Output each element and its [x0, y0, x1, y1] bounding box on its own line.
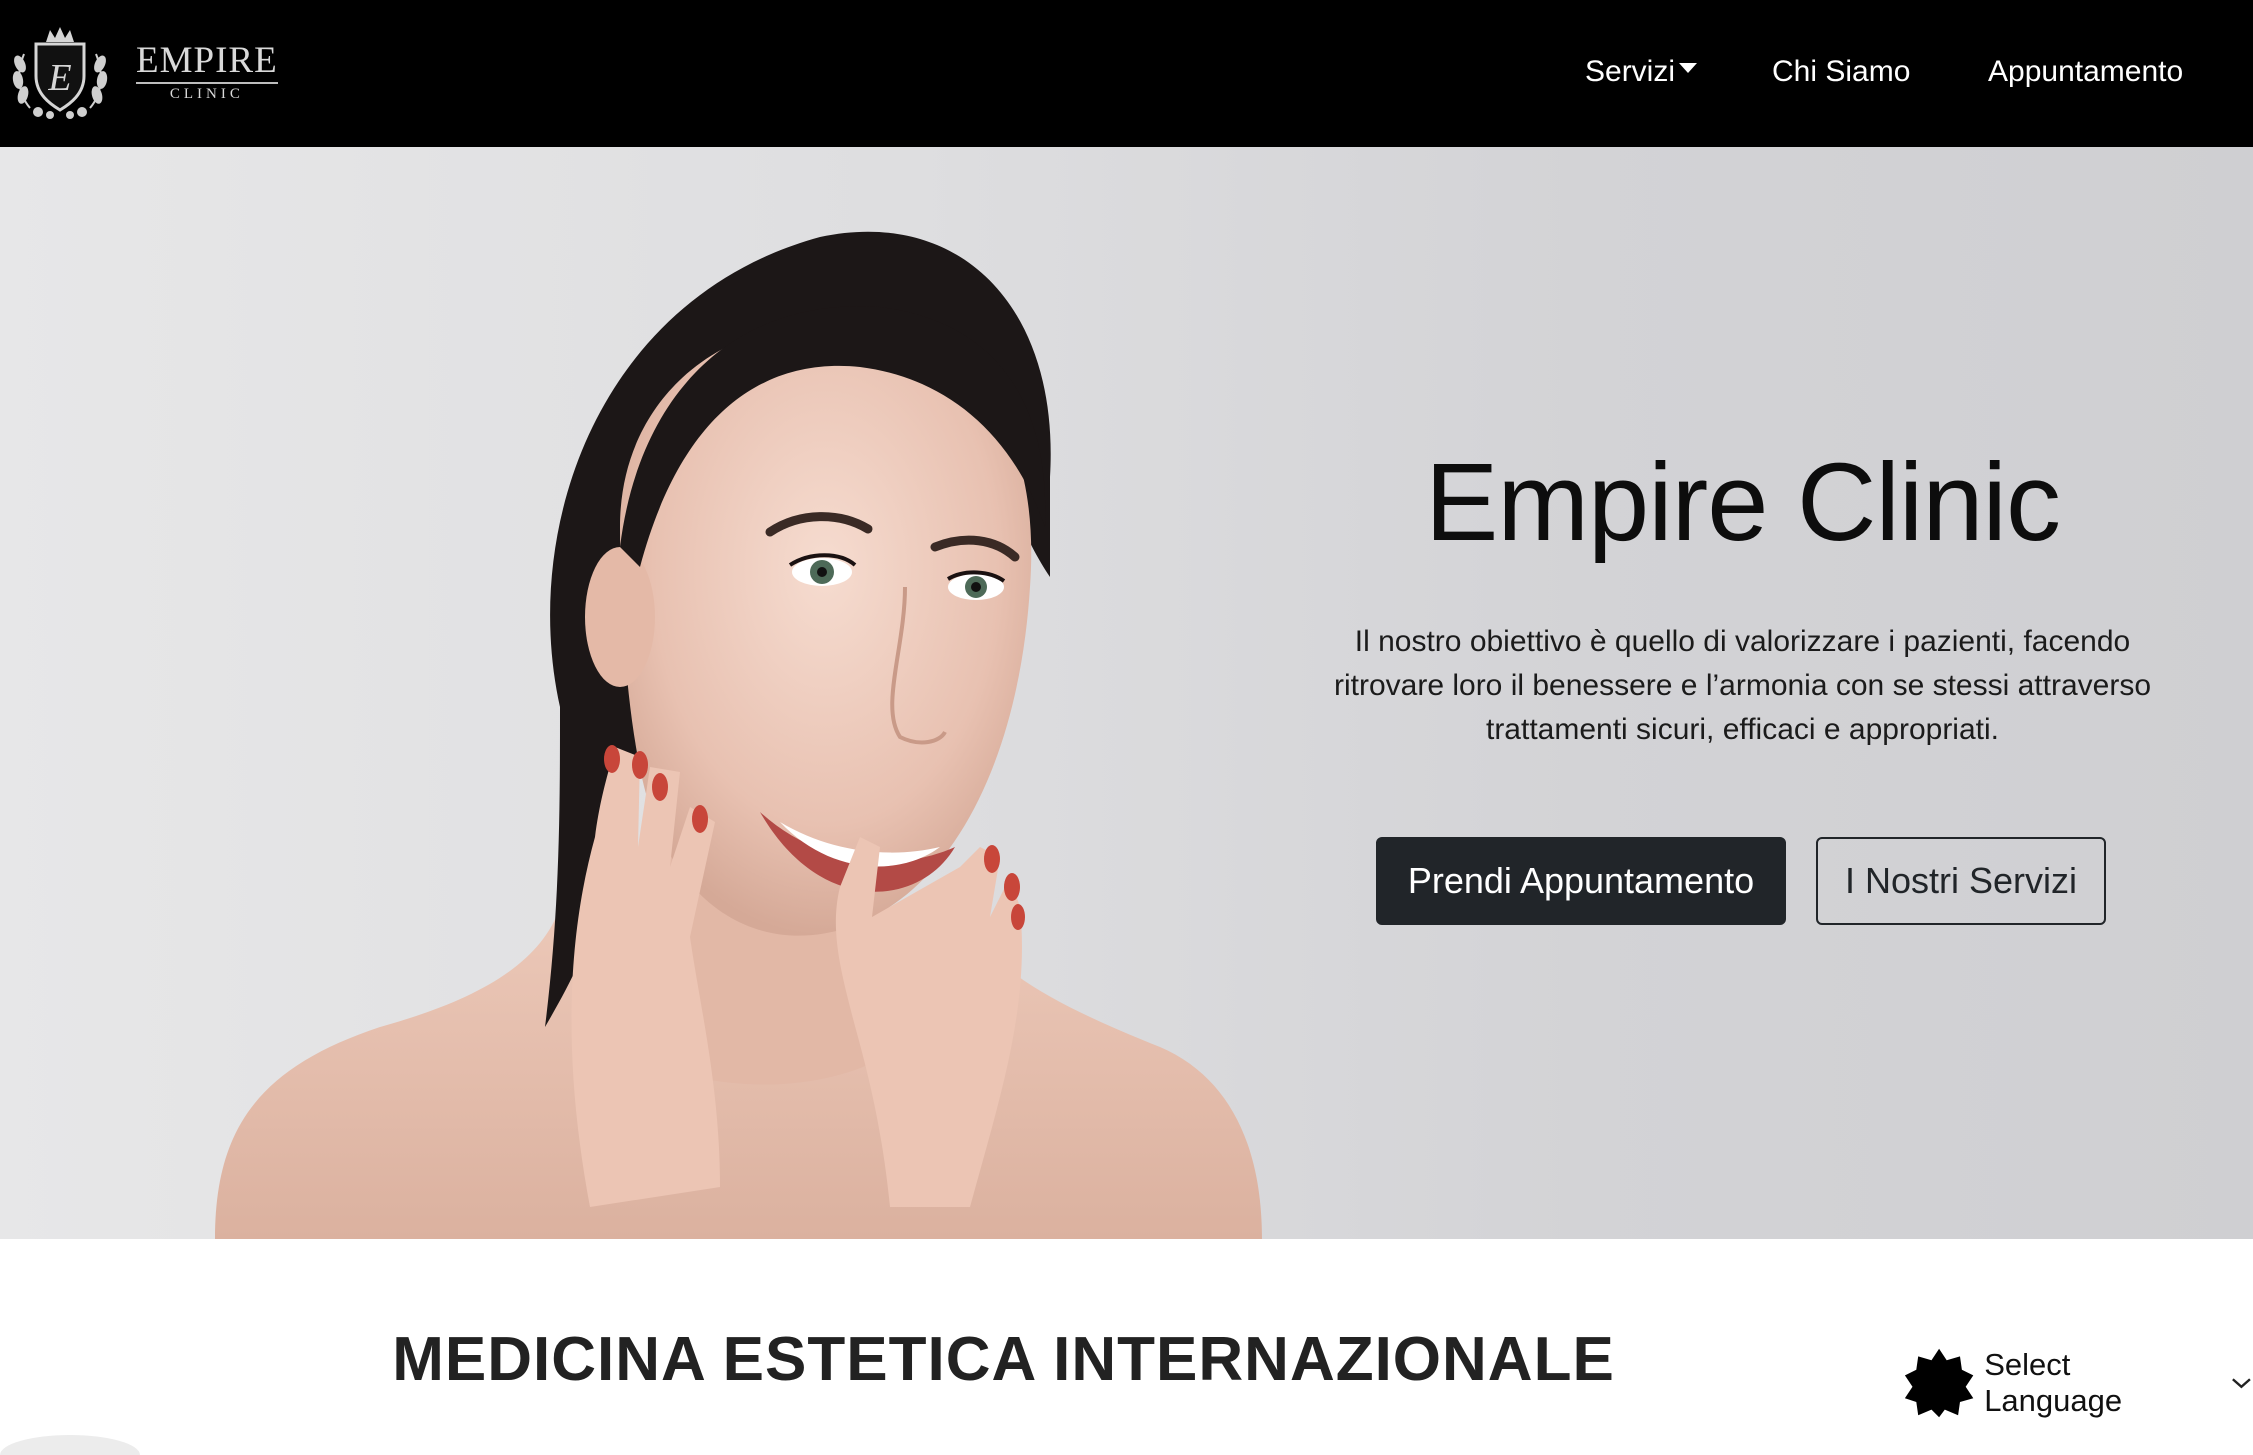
hero-title: Empire Clinic	[1425, 441, 2061, 564]
nav-chi-siamo[interactable]: Chi Siamo	[1772, 52, 1910, 92]
nostri-servizi-button[interactable]: I Nostri Servizi	[1816, 837, 2106, 925]
svg-text:E: E	[47, 57, 71, 99]
nav-appuntamento[interactable]: Appuntamento	[1988, 52, 2183, 92]
brand-name: EMPIRE	[136, 41, 278, 84]
chevron-down-icon	[2232, 1378, 2251, 1389]
language-selector[interactable]: Select Language	[1903, 1345, 2253, 1421]
brand-subtitle: CLINIC	[169, 85, 244, 102]
nav-servizi-dropdown[interactable]: Servizi	[1585, 52, 1698, 92]
caret-down-icon	[1679, 63, 1698, 73]
prendi-appuntamento-button[interactable]: Prendi Appuntamento	[1376, 837, 1786, 925]
star-badge-icon	[1904, 1348, 1974, 1418]
partial-decorative-shape	[0, 1435, 140, 1455]
brand-logo[interactable]: E EMPIRE CLINIC	[8, 24, 278, 120]
hero-section: Empire Clinic Il nostro obiettivo è quel…	[0, 147, 2253, 1239]
hero-description: Il nostro obiettivo è quello di valorizz…	[1333, 625, 2152, 746]
section-title-text: MEDICINA ESTETICA INTERNAZIONALE	[392, 1325, 1615, 1394]
nav-servizi-label: Servizi	[1585, 55, 1676, 88]
woman-portrait-photo	[215, 231, 1262, 1239]
brand-text: EMPIRE CLINIC	[136, 41, 278, 103]
navbar: E EMPIRE CLINIC Servizi Chi Siamo Appunt…	[0, 0, 2253, 147]
crest-logo-icon: E	[12, 27, 108, 119]
language-label: Select Language	[1984, 1347, 2123, 1418]
